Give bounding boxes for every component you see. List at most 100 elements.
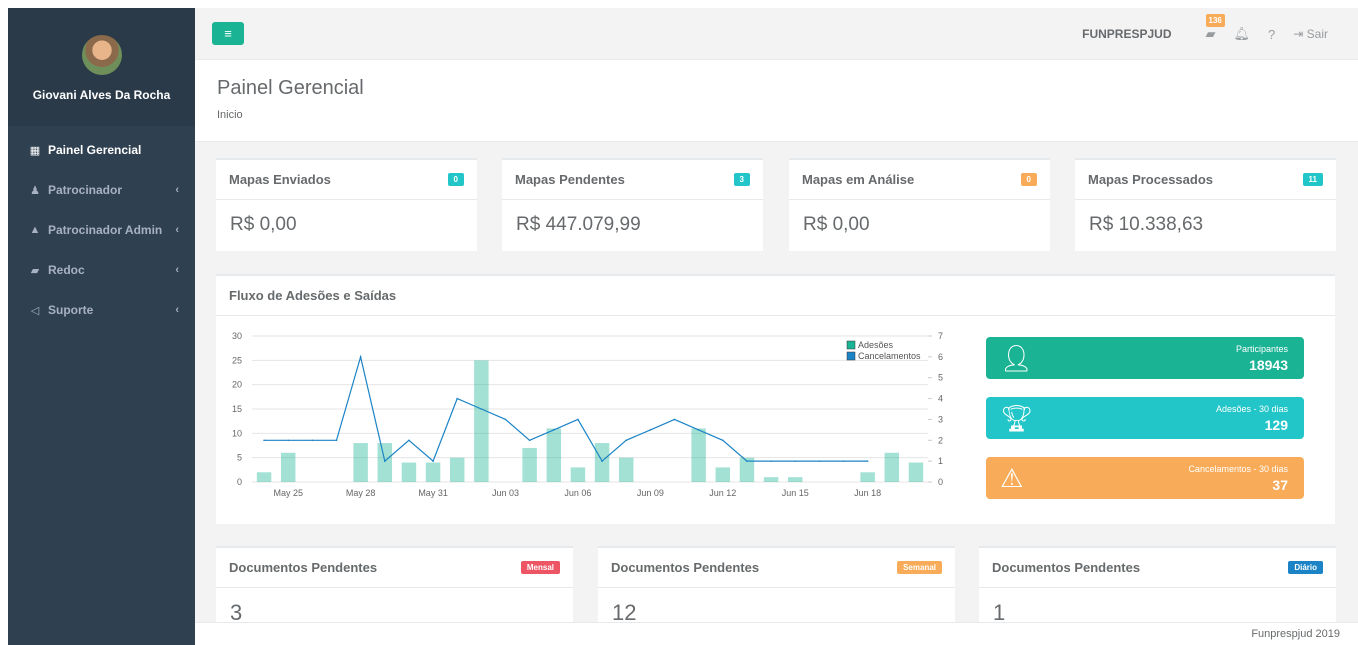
bar-adesoes [691,428,706,482]
y-right-tick-label: 3 [938,414,943,424]
menu-toggle-button[interactable]: ≡ [212,22,244,45]
chart-panel: Fluxo de Adesões e Saídas 0 5 10 15 20 25 30 0 1… [216,274,1335,524]
bar-adesoes [763,477,779,482]
sidebar-item-label: Painel Gerencial [48,143,142,157]
x-tick-label: Jun 09 [637,488,664,498]
sidebar-item-redoc[interactable]: ▰ Redoc ‹ [8,250,195,290]
flow-chart: 0 5 10 15 20 25 30 0 1 2 3 4 5 6 7 May 25 May 28 May 31 Ju… [232,331,943,498]
avatar[interactable] [81,35,122,75]
x-tick-label: May 25 [273,488,303,498]
docs-card-title: Documentos Pendentes Diário [979,548,1336,588]
bar-adesoes [449,457,465,482]
docs-card-title: Documentos Pendentes Mensal [216,548,573,588]
bar-adesoes [256,472,272,482]
point-cancelamentos [383,460,386,462]
bar-adesoes [570,467,586,482]
point-cancelamentos [408,439,410,442]
sidebar: Giovani Alves Da Rocha ▦ Painel Gerencia… [8,8,195,645]
bar-adesoes [280,452,296,482]
stat-card-value: R$ 447.079,99 [516,214,641,235]
point-cancelamentos [601,460,603,462]
top-right-menu: FUNPRESPJUD ▰ 136 🔔︎ ? ⇥ Sair [1082,8,1328,60]
stat-card-mapas-pendentes: Mapas Pendentes 3 R$ 447.079,99 [502,158,763,251]
sidebar-item-painel-gerencial[interactable]: ▦ Painel Gerencial [8,130,195,170]
point-cancelamentos [359,356,362,358]
th-large-icon: ▦ [29,144,41,157]
point-cancelamentos [480,408,483,410]
widget-adesoes: 🏆︎ Adesões - 30 dias 129 [986,397,1304,439]
widget-label: Cancelamentos - 30 dias [1188,464,1288,474]
bell-icon[interactable]: 🔔︎ [1234,26,1251,42]
warning-icon: ⚠︎ [1000,463,1024,493]
stat-card-title: Mapas Processados 11 [1075,160,1336,200]
logout-link[interactable]: ⇥ Sair [1293,27,1328,41]
stat-card-mapas-processados: Mapas Processados 11 R$ 10.338,63 [1075,158,1336,251]
widget-value: 37 [1272,477,1288,493]
documents-button[interactable]: ▰ 136 [1205,14,1225,42]
point-cancelamentos [504,418,507,421]
bar-adesoes [860,472,875,482]
point-cancelamentos [528,439,531,442]
docs-card-badge: Diário [1288,561,1323,574]
y-left-tick-label: 30 [232,331,242,341]
point-cancelamentos [673,418,676,421]
chevron-left-icon: ‹ [175,304,179,316]
profile-section: Giovani Alves Da Rocha [8,8,195,126]
sidebar-item-label: Suporte [48,303,94,317]
bar-adesoes [594,443,610,482]
legend-swatch [846,351,856,361]
chevron-left-icon: ‹ [175,184,179,196]
x-tick-label: Jun 15 [782,488,809,498]
sidebar-nav: ▦ Painel Gerencial ♟ Patrocinador ‹ ▲ Pa… [8,126,195,330]
stat-card-label: Mapas Processados [1088,172,1214,187]
sidebar-item-label: Patrocinador Admin [48,223,163,237]
point-cancelamentos [721,439,724,442]
stat-card-mapas-em-analise: Mapas em Análise 0 R$ 0,00 [789,158,1050,251]
point-cancelamentos [794,460,797,462]
y-right-tick-label: 1 [938,456,943,466]
point-cancelamentos [456,397,459,400]
y-right-tick-label: 0 [938,477,943,487]
point-cancelamentos [335,439,338,442]
chart-title: Fluxo de Adesões e Saídas [229,288,397,303]
stat-card-title: Mapas em Análise 0 [789,160,1050,200]
x-tick-label: Jun 03 [492,488,519,498]
user-name[interactable]: Giovani Alves Da Rocha [8,88,195,102]
x-tick-label: Jun 06 [564,488,591,498]
point-cancelamentos [866,460,869,462]
docs-card-badge: Mensal [520,561,560,574]
point-cancelamentos [625,439,628,442]
chevron-left-icon: ‹ [175,224,179,236]
book-icon: ▰ [30,264,40,277]
book-icon: ▰ [1205,26,1216,41]
y-right-tick-label: 4 [938,394,943,404]
widget-value: 18943 [1249,357,1288,373]
bar-adesoes [377,443,393,482]
bar-adesoes [353,443,368,482]
bar-adesoes [787,477,803,482]
docs-card-mensal: Documentos Pendentes Mensal 3 [216,546,573,626]
docs-card-label: Documentos Pendentes [229,560,378,575]
stat-card-badge: 0 [447,173,464,186]
footer-text: Funprespjud 2019 [1251,628,1340,640]
docs-card-diario: Documentos Pendentes Diário 1 [979,546,1336,626]
sidebar-item-patrocinador[interactable]: ♟ Patrocinador ‹ [8,170,195,210]
point-cancelamentos [552,429,555,431]
stat-card-label: Mapas Enviados [229,172,331,187]
logout-label: Sair [1306,27,1328,41]
stat-card-label: Mapas em Análise [802,172,915,187]
docs-card-badge: Semanal [897,561,942,574]
sidebar-item-suporte[interactable]: ◁ Suporte ‹ [8,290,195,330]
y-right-tick-label: 5 [938,373,943,383]
y-left-tick-label: 5 [237,453,242,463]
docs-card-label: Documentos Pendentes [611,560,760,575]
widget-value: 129 [1264,417,1288,433]
breadcrumb[interactable]: Inicio [217,109,1358,121]
sidebar-item-patrocinador-admin[interactable]: ▲ Patrocinador Admin ‹ [8,210,195,250]
help-icon[interactable]: ? [1268,27,1275,42]
legend-label: Cancelamentos [858,351,921,361]
docs-card-label: Documentos Pendentes [992,560,1141,575]
bar-adesoes [546,428,562,482]
x-tick-label: Jun 12 [709,488,736,498]
point-cancelamentos [818,460,821,462]
